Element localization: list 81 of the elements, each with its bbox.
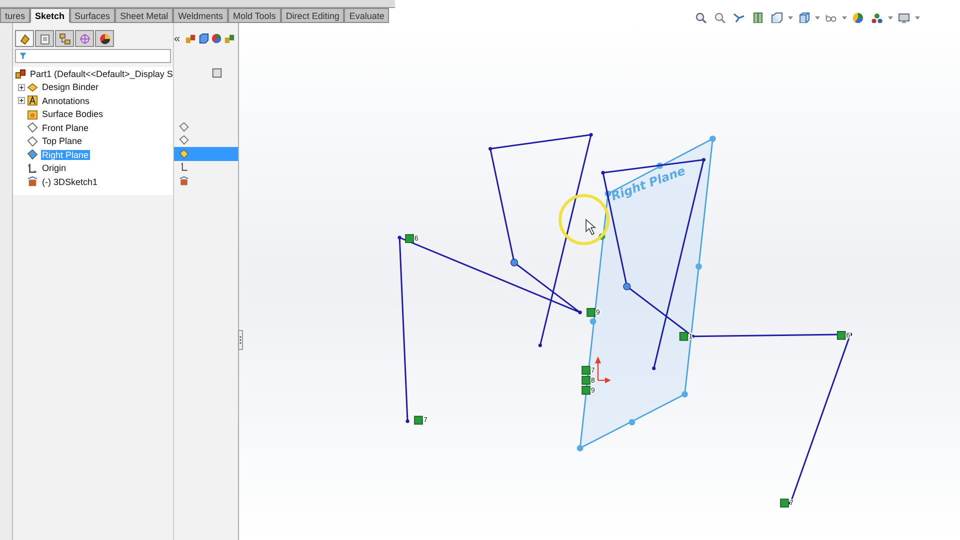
zoom-icon[interactable] [695, 12, 707, 24]
expand-icon[interactable] [18, 97, 25, 104]
filter-icon [19, 52, 27, 60]
tree-item[interactable]: Top Plane [13, 134, 173, 148]
sketch-icon [179, 176, 189, 186]
plane-outline-icon [27, 136, 38, 147]
sketch-point[interactable] [702, 158, 706, 162]
feature-tree-tab[interactable] [15, 30, 34, 47]
scene-icon[interactable] [871, 12, 883, 24]
diamond-icon [18, 32, 30, 44]
panel-handle-icon[interactable] [238, 330, 243, 350]
view-orientation-icon[interactable] [771, 12, 783, 24]
cube-icon[interactable] [798, 12, 810, 24]
arrow-icon[interactable] [733, 12, 745, 24]
annotation-icon [27, 95, 38, 106]
filter-field[interactable] [15, 49, 171, 63]
monitor-icon[interactable] [898, 12, 910, 24]
sketch-line[interactable] [398, 134, 592, 422]
plane-outline-icon [179, 135, 189, 146]
tree-item[interactable]: Design Binder [13, 80, 173, 94]
plane-outline-icon [179, 148, 189, 159]
ribbon-tab[interactable]: Surfaces [70, 8, 116, 23]
dropdown-caret-icon[interactable] [915, 16, 920, 20]
collapse-button[interactable]: « [174, 32, 183, 44]
configuration-tab[interactable] [55, 30, 74, 47]
tree-item[interactable]: Surface Bodies [13, 108, 173, 121]
display-manager-tab[interactable] [95, 30, 114, 47]
origin-icon [179, 162, 189, 172]
ribbon-tab[interactable]: Direct Editing [280, 8, 344, 23]
plane-outline-icon [27, 122, 38, 134]
section-view-icon[interactable] [752, 12, 764, 24]
crosshair-icon [78, 32, 90, 44]
sketch-point[interactable] [601, 170, 605, 174]
origin-icon [27, 162, 38, 174]
part-icon [15, 68, 26, 80]
ribbon-tab[interactable]: Mold Tools [228, 8, 281, 23]
sketch-point[interactable] [406, 419, 410, 424]
dropdown-caret-icon[interactable] [842, 16, 847, 20]
sketch-point[interactable] [589, 132, 593, 137]
display-state-icon [212, 68, 222, 78]
right-plane[interactable] [576, 136, 716, 452]
plane-label: Right Plane [609, 164, 688, 204]
folder-icon [27, 108, 38, 120]
parts-icon[interactable] [185, 33, 196, 44]
sketch-point[interactable] [488, 146, 492, 151]
tree-item[interactable]: Origin [13, 162, 173, 175]
glasses-icon[interactable] [825, 12, 837, 24]
sketch-point[interactable] [398, 236, 402, 240]
plane-outline-icon [179, 122, 189, 132]
dropdown-caret-icon[interactable] [788, 16, 793, 20]
property-tab[interactable] [35, 30, 54, 47]
zoom-area-icon[interactable] [714, 12, 726, 24]
sheet-icon [38, 32, 50, 44]
hierarchy-icon [58, 32, 70, 44]
sketch-point[interactable] [690, 334, 695, 338]
tree-item[interactable]: Annotations [13, 94, 173, 108]
sketch-point[interactable] [578, 310, 582, 314]
ribbon-tab[interactable]: Sheet Metal [115, 8, 174, 23]
cursor-icon [586, 218, 596, 236]
tree-item[interactable]: (-) 3DSketch1 [13, 175, 173, 188]
sketch-icon [27, 176, 38, 188]
tree-item[interactable]: Part1 (Default<<Default>_Display S [13, 67, 173, 80]
parts-icon[interactable] [224, 33, 235, 44]
sketch-point[interactable] [538, 344, 542, 348]
plane-icon [27, 149, 38, 160]
appearance-ball-icon[interactable] [211, 33, 222, 44]
appearance-ball-icon[interactable] [852, 12, 864, 24]
pie-icon [98, 32, 110, 44]
ribbon-tab[interactable]: Evaluate [344, 8, 390, 23]
ribbon-tab[interactable]: tures [0, 8, 30, 23]
cube-icon[interactable] [198, 33, 209, 44]
dropdown-caret-icon[interactable] [888, 16, 893, 20]
sketch-point[interactable] [652, 366, 656, 370]
expand-icon[interactable] [18, 84, 25, 91]
origin-triad-icon [595, 356, 611, 384]
cursor-highlight [558, 194, 610, 246]
dropdown-caret-icon[interactable] [815, 16, 820, 20]
ribbon-tab[interactable]: Weldments [173, 8, 228, 23]
diamond-icon [27, 82, 38, 93]
ribbon-tab[interactable]: Sketch [30, 8, 70, 23]
tree-item[interactable]: Front Plane [13, 121, 173, 134]
